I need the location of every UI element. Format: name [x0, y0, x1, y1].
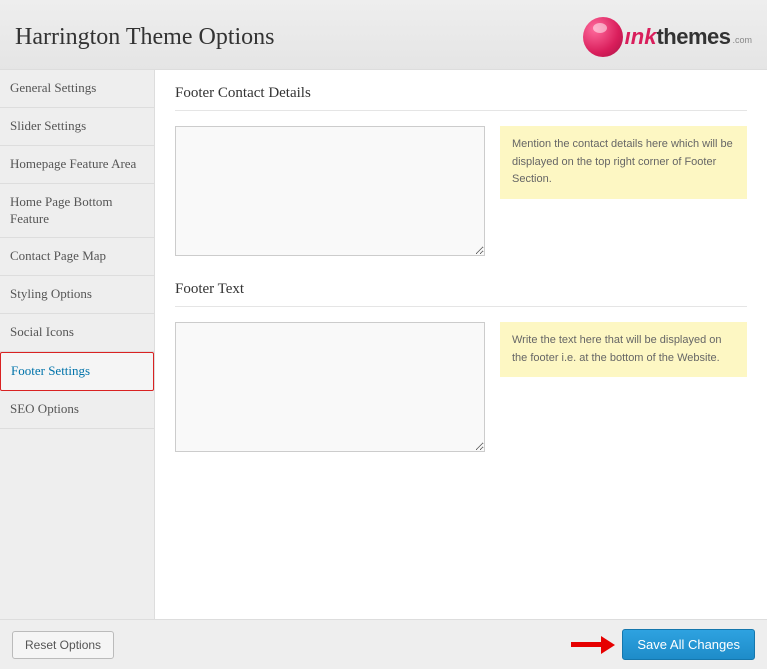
sidebar-item-homepage-feature-area[interactable]: Homepage Feature Area	[0, 146, 154, 184]
save-wrap: Save All Changes	[571, 629, 755, 660]
main-content: Footer Contact Details Mention the conta…	[155, 70, 767, 619]
header: Harrington Theme Options ınk themes .com	[0, 0, 767, 70]
sidebar-item-general-settings[interactable]: General Settings	[0, 70, 154, 108]
logo-com: .com	[732, 35, 752, 45]
sidebar-item-styling-options[interactable]: Styling Options	[0, 276, 154, 314]
arrow-icon	[571, 635, 616, 655]
logo-orb-icon	[583, 17, 623, 57]
logo: ınk themes .com	[583, 17, 752, 57]
footer-text-textarea[interactable]	[175, 322, 485, 452]
section-footer-contact-details: Footer Contact Details Mention the conta…	[175, 85, 747, 256]
help-text: Mention the contact details here which w…	[500, 126, 747, 199]
sidebar-item-home-page-bottom-feature[interactable]: Home Page Bottom Feature	[0, 184, 154, 239]
logo-text: ınk themes .com	[625, 24, 752, 50]
sidebar-item-footer-settings[interactable]: Footer Settings	[0, 352, 154, 391]
logo-ink: ınk	[625, 24, 657, 50]
help-text: Write the text here that will be display…	[500, 322, 747, 377]
footer-bar: Reset Options Save All Changes	[0, 619, 767, 669]
footer-contact-details-textarea[interactable]	[175, 126, 485, 256]
page-title: Harrington Theme Options	[15, 24, 275, 51]
sidebar-item-social-icons[interactable]: Social Icons	[0, 314, 154, 352]
logo-themes: themes	[656, 24, 730, 50]
arrow-line	[571, 642, 601, 647]
arrow-head	[601, 636, 615, 654]
section-footer-text: Footer Text Write the text here that wil…	[175, 281, 747, 452]
section-row: Write the text here that will be display…	[175, 322, 747, 452]
body-wrap: General Settings Slider Settings Homepag…	[0, 70, 767, 619]
sidebar-item-contact-page-map[interactable]: Contact Page Map	[0, 238, 154, 276]
sidebar-item-seo-options[interactable]: SEO Options	[0, 391, 154, 429]
sidebar-item-slider-settings[interactable]: Slider Settings	[0, 108, 154, 146]
reset-options-button[interactable]: Reset Options	[12, 631, 114, 659]
section-title: Footer Text	[175, 281, 747, 307]
section-title: Footer Contact Details	[175, 85, 747, 111]
section-row: Mention the contact details here which w…	[175, 126, 747, 256]
sidebar: General Settings Slider Settings Homepag…	[0, 70, 155, 619]
save-all-changes-button[interactable]: Save All Changes	[622, 629, 755, 660]
